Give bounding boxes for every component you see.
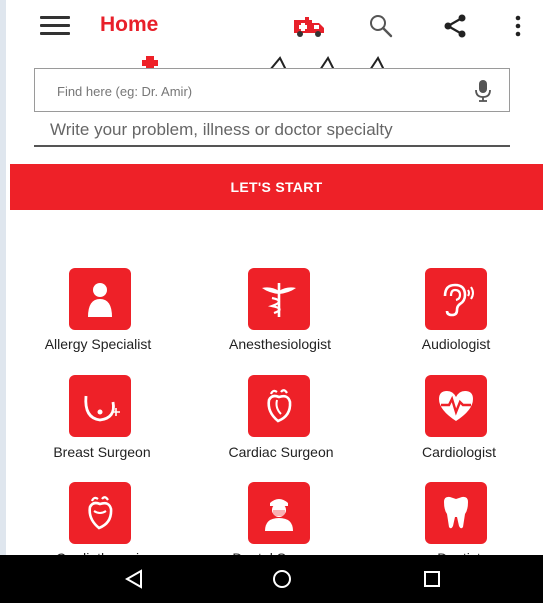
recents-icon[interactable] <box>418 565 446 593</box>
ambulance-icon[interactable] <box>292 14 326 38</box>
more-vert-icon[interactable] <box>512 13 524 39</box>
search-box <box>34 68 510 112</box>
specialty-label: Audiologist <box>421 336 491 352</box>
tooth-icon <box>425 482 487 544</box>
app-bar: Home <box>10 0 543 52</box>
home-circle-icon[interactable] <box>268 565 296 593</box>
back-icon[interactable] <box>121 565 149 593</box>
specialty-label: Anesthesiologist <box>229 336 331 352</box>
heart-organ-icon <box>248 375 310 437</box>
menu-icon[interactable] <box>40 16 70 36</box>
ear-icon <box>425 268 487 330</box>
problem-input-hint[interactable]: Write your problem, illness or doctor sp… <box>50 120 393 140</box>
share-icon[interactable] <box>442 13 468 39</box>
specialty-label: Cardiac Surgeon <box>228 444 334 460</box>
heart-organ-icon <box>69 482 131 544</box>
left-edge-strip <box>0 0 6 555</box>
caduceus-icon <box>248 268 310 330</box>
problem-input-underline <box>34 145 510 147</box>
page-title: Home <box>100 13 159 36</box>
breast-icon <box>69 375 131 437</box>
search-icon[interactable] <box>368 13 394 39</box>
microphone-icon[interactable] <box>475 79 491 103</box>
lets-start-button[interactable]: LET'S START <box>10 164 543 210</box>
surgeon-icon <box>248 482 310 544</box>
person-icon <box>69 268 131 330</box>
system-nav-bar <box>0 555 543 603</box>
specialty-label: Breast Surgeon <box>53 444 151 460</box>
heart-pulse-icon <box>425 375 487 437</box>
specialty-label: Allergy Specialist <box>44 336 152 352</box>
search-input[interactable] <box>55 79 459 103</box>
specialty-label: Cardiologist <box>422 444 496 460</box>
